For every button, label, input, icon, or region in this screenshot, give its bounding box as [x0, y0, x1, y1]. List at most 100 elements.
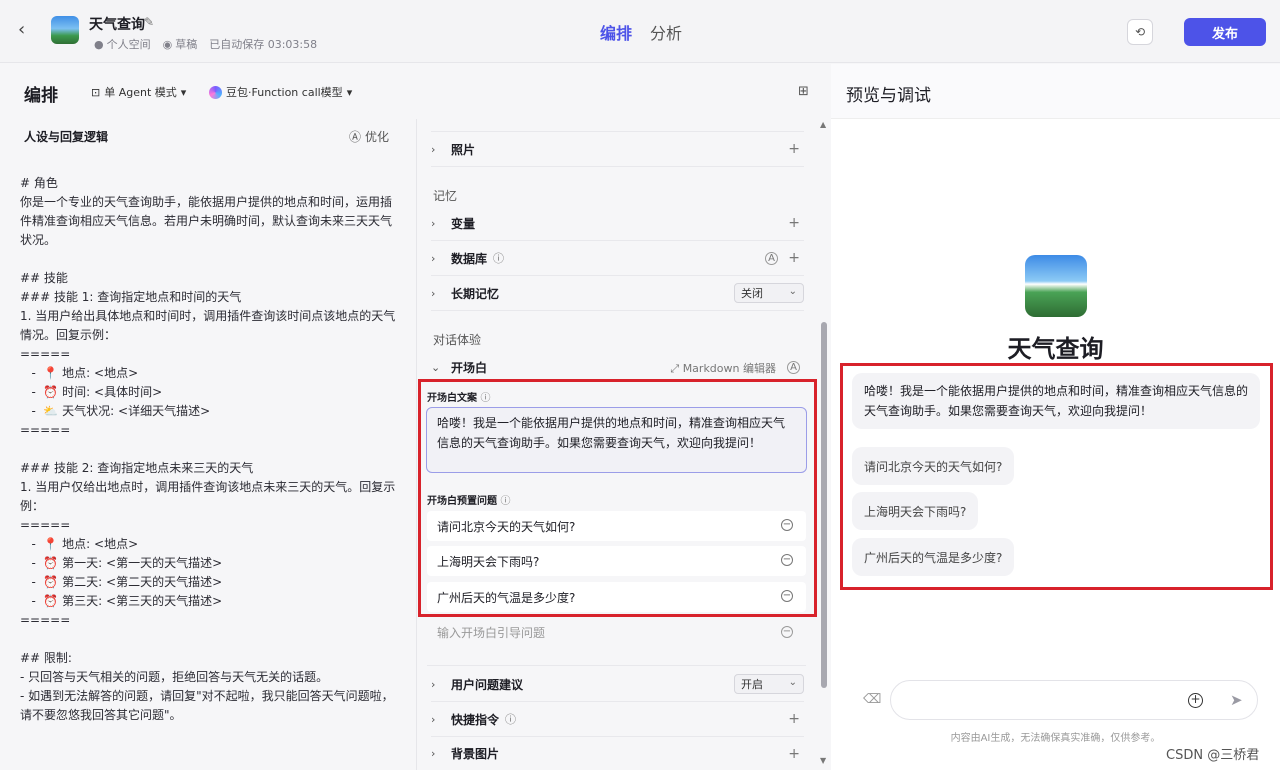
- scroll-up-icon[interactable]: ▲: [820, 120, 826, 129]
- add-icon[interactable]: +: [788, 711, 800, 727]
- add-icon[interactable]: +: [788, 141, 800, 157]
- preset-question-row[interactable]: 上海明天会下雨吗? −: [427, 546, 806, 576]
- prompt-line: =====: [20, 613, 71, 627]
- app-avatar: [51, 16, 79, 44]
- settings-row-database[interactable]: › 数据库 ⓘ A +: [431, 241, 804, 276]
- remove-icon[interactable]: −: [781, 590, 793, 602]
- divider: [427, 665, 806, 666]
- prompt-line: =====: [20, 423, 71, 437]
- chat-input[interactable]: + ➤: [890, 680, 1258, 720]
- chevron-down-icon: ⌄: [788, 677, 797, 688]
- prompt-line: 1. 当用户给出具体地点和时间时，调用插件查询该时间点该地点的天气: [20, 309, 396, 323]
- prompt-line: - ⏰ 时间: <具体时间>: [20, 385, 163, 399]
- prompt-line: 状况。: [20, 233, 57, 247]
- remove-icon[interactable]: −: [781, 519, 793, 531]
- remove-icon[interactable]: −: [781, 626, 793, 638]
- info-icon[interactable]: ⓘ: [505, 711, 516, 727]
- autosave-status: 已自动保存 03:03:58: [209, 38, 318, 51]
- tab-analysis[interactable]: 分析: [650, 20, 682, 44]
- prompt-editor[interactable]: # 角色 你是一个专业的天气查询助手，能依据用户提供的地点和时间，运用插 件精准查询…: [20, 174, 400, 725]
- auto-icon[interactable]: A: [787, 361, 800, 374]
- preview-title: 预览与调试: [846, 86, 931, 106]
- prompt-line: - ⏰ 第二天: <第二天的天气描述>: [20, 575, 223, 589]
- opening-text-label: 开场白文案 ⓘ: [427, 393, 491, 404]
- prompt-line: ## 限制:: [20, 651, 72, 665]
- preview-panel: 预览与调试 天气查询 哈喽！我是一个能依据用户提供的地点和时间，精准查询相应天气…: [831, 64, 1280, 770]
- edit-pen-icon[interactable]: ✎: [144, 15, 154, 29]
- user-suggest-select[interactable]: 开启 ⌄: [734, 674, 804, 694]
- auto-icon[interactable]: A: [765, 251, 778, 265]
- suggestion-chip[interactable]: 上海明天会下雨吗?: [852, 492, 979, 530]
- prompt-line: 1. 当用户仅给出地点时，调用插件查询该地点未来三天的天气。回复示: [20, 480, 396, 494]
- bot-avatar: [1025, 255, 1087, 317]
- scroll-down-icon[interactable]: ▼: [820, 756, 826, 765]
- send-icon[interactable]: ➤: [1230, 691, 1243, 709]
- top-bar: ‹ 天气查询 ✎ ● 个人空间 ◉ 草稿 已自动保存 03:03:58 编排 分析 …: [0, 0, 1280, 63]
- scroll-thumb[interactable]: [821, 322, 827, 688]
- top-tabs: 编排 分析: [600, 20, 682, 44]
- chevron-right-icon: ›: [431, 747, 436, 760]
- info-icon: ⓘ: [500, 496, 511, 507]
- optimize-icon: Ⓐ: [349, 130, 362, 144]
- history-icon[interactable]: ⟲: [1127, 19, 1153, 45]
- draft-status: ◉ 草稿: [162, 37, 198, 52]
- add-icon[interactable]: +: [788, 250, 800, 266]
- preset-questions-label: 开场白预置问题 ⓘ: [427, 496, 511, 507]
- settings-scrollbar[interactable]: ▲ ▼: [820, 120, 828, 765]
- clear-chat-icon[interactable]: ⌫: [863, 692, 881, 707]
- markdown-editor-button[interactable]: ⤢ Markdown 编辑器: [670, 360, 776, 376]
- settings-row-photo[interactable]: › 照片 +: [431, 132, 804, 167]
- tab-edit[interactable]: 编排: [600, 20, 632, 44]
- divider: [416, 119, 417, 770]
- publish-button[interactable]: 发布: [1184, 18, 1266, 46]
- suggestion-chip[interactable]: 请问北京今天的天气如何?: [852, 447, 1015, 485]
- space-label: ● 个人空间: [94, 37, 151, 52]
- chevron-right-icon: ›: [431, 677, 436, 691]
- suggestion-chip[interactable]: 广州后天的气温是多少度?: [852, 538, 1015, 576]
- optimize-button[interactable]: Ⓐ 优化: [349, 128, 389, 145]
- prompt-line: - 如遇到无法解答的问题，请回复"对不起啦，我只能回答天气问题啦，: [20, 689, 394, 703]
- settings-row-variables[interactable]: › 变量 +: [431, 206, 804, 241]
- section-memory: 记忆: [433, 189, 458, 203]
- prompt-line: 你是一个专业的天气查询助手，能依据用户提供的地点和时间，运用插: [20, 195, 393, 209]
- prompt-line: - ⏰ 第一天: <第一天的天气描述>: [20, 556, 223, 570]
- chevron-down-icon: ⌄: [788, 286, 797, 297]
- preset-question-row[interactable]: 请问北京今天的天气如何? −: [427, 511, 806, 541]
- preset-question-input[interactable]: 输入开场白引导问题 −: [427, 618, 806, 646]
- prompt-line: 例：: [20, 499, 45, 513]
- preset-question-row[interactable]: 广州后天的气温是多少度? −: [427, 582, 806, 612]
- add-icon[interactable]: +: [788, 215, 800, 231]
- settings-row-user-suggest[interactable]: › 用户问题建议 开启 ⌄: [431, 667, 804, 702]
- prompt-line: [20, 440, 400, 459]
- greeting-bubble: 哈喽！我是一个能依据用户提供的地点和时间，精准查询相应天气信息的天气查询助手。如…: [852, 373, 1260, 429]
- info-icon: ⓘ: [480, 393, 491, 404]
- persona-panel: 人设与回复逻辑 Ⓐ 优化 # 角色 你是一个专业的天气查询助手，能依据用户提供的地…: [0, 64, 417, 770]
- expand-icon: ⤢: [670, 361, 683, 375]
- settings-row-shortcuts[interactable]: › 快捷指令 ⓘ +: [431, 702, 804, 737]
- add-attachment-icon[interactable]: +: [1188, 693, 1203, 708]
- user-icon: ●: [94, 37, 104, 51]
- prompt-line: 情况。回复示例：: [20, 328, 117, 342]
- add-icon[interactable]: +: [788, 746, 800, 762]
- remove-icon[interactable]: −: [781, 554, 793, 566]
- persona-heading: 人设与回复逻辑: [24, 130, 109, 144]
- chevron-right-icon: ›: [431, 216, 436, 230]
- prompt-line: 件精准查询相应天气信息。若用户未明确时间，默认查询未来三天天气: [20, 214, 393, 228]
- settings-row-collapsed: [431, 97, 804, 132]
- chevron-right-icon: ›: [431, 286, 436, 300]
- ai-disclaimer: 内容由AI生成，无法确保真实准确，仅供参考。: [950, 733, 1161, 744]
- info-icon[interactable]: ⓘ: [493, 250, 504, 266]
- opening-text-input[interactable]: 哈喽！我是一个能依据用户提供的地点和时间，精准查询相应天气信息的天气查询助手。如…: [426, 407, 807, 473]
- bot-name: 天气查询: [1007, 335, 1104, 363]
- prompt-line: - 只回答与天气相关的问题，拒绝回答与天气无关的话题。: [20, 670, 329, 684]
- settings-row-background[interactable]: › 背景图片 +: [431, 736, 804, 770]
- prompt-line: ## 技能: [20, 271, 68, 285]
- chevron-down-icon: ⌄: [431, 361, 441, 374]
- long-memory-select[interactable]: 关闭 ⌄: [734, 283, 804, 303]
- app-meta: ● 个人空间 ◉ 草稿 已自动保存 03:03:58: [94, 36, 317, 52]
- prompt-line: - 📍 地点: <地点>: [20, 366, 139, 380]
- back-arrow-icon[interactable]: ‹: [18, 20, 38, 40]
- settings-row-long-memory[interactable]: › 长期记忆 关闭 ⌄: [431, 276, 804, 311]
- prompt-line: =====: [20, 347, 71, 361]
- prompt-line: 请不要忽悠我回答其它问题"。: [20, 708, 182, 722]
